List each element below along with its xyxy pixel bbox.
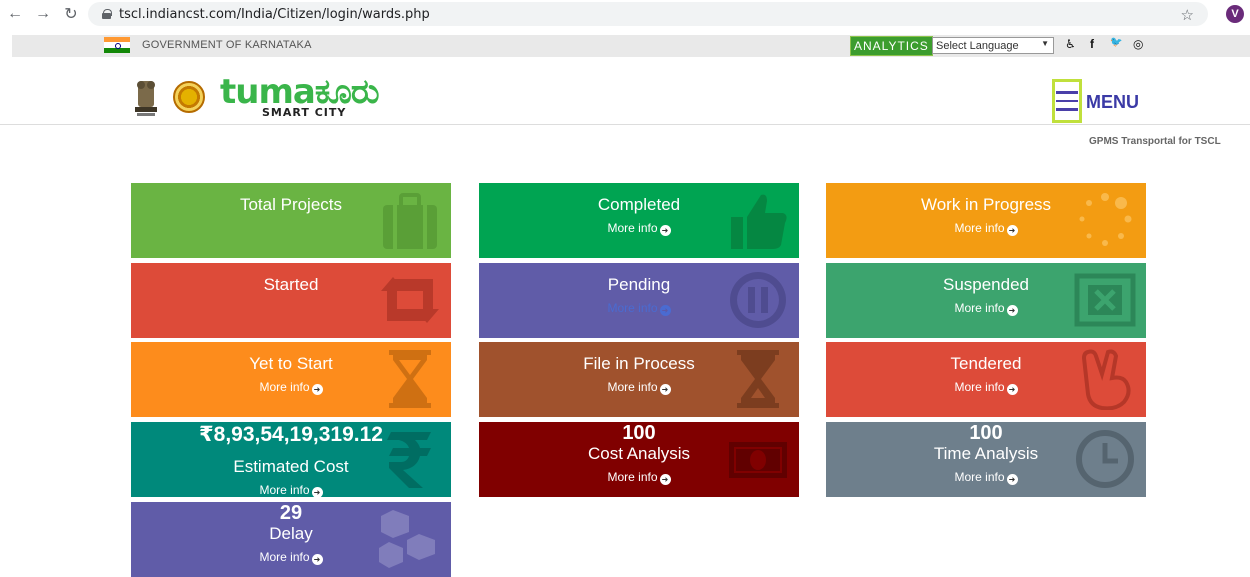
portal-subtitle: GPMS Transportal for TSCL xyxy=(1089,136,1221,147)
language-select-value: Select Language xyxy=(936,39,1019,52)
tile-title: Started xyxy=(263,275,319,294)
circle-arrow-right-icon: ➜ xyxy=(1006,225,1018,236)
tile-title: Estimated Cost xyxy=(233,457,349,476)
tile-title: Suspended xyxy=(942,275,1030,294)
hamburger-line xyxy=(1056,91,1078,94)
bookmark-star-icon[interactable]: ☆ xyxy=(1181,6,1194,24)
instagram-icon[interactable]: ◎ xyxy=(1133,37,1143,51)
circle-arrow-right-icon: ➜ xyxy=(311,554,323,565)
tile-value: ₹8,93,54,19,319.12 xyxy=(199,423,383,446)
tile-suspended[interactable]: Suspended More info ➜ xyxy=(826,263,1146,338)
tile-tendered[interactable]: Tendered More info ➜ xyxy=(826,342,1146,417)
government-title: GOVERNMENT OF KARNATAKA xyxy=(142,39,312,51)
more-info-link[interactable]: More info ➜ xyxy=(131,550,451,565)
browser-toolbar: ← → ↻ tscl.indiancst.com/India/Citizen/l… xyxy=(0,0,1250,28)
tile-title: Delay xyxy=(269,524,313,543)
profile-avatar[interactable]: V xyxy=(1226,5,1244,23)
circle-arrow-right-icon: ➜ xyxy=(659,474,671,485)
india-flag-icon xyxy=(104,37,130,53)
circle-arrow-right-icon: ➜ xyxy=(659,384,671,395)
more-info-link[interactable]: More info ➜ xyxy=(826,380,1146,395)
brand-subtitle: SMART CITY xyxy=(262,106,347,119)
tile-title: Tendered xyxy=(950,354,1022,373)
tile-estimated-cost[interactable]: ₹8,93,54,19,319.12 Estimated Cost More i… xyxy=(131,422,451,497)
tile-time-analysis[interactable]: 100 Time Analysis More info ➜ xyxy=(826,422,1146,497)
menu-hamburger-button[interactable] xyxy=(1052,79,1082,123)
hamburger-line xyxy=(1056,99,1078,103)
tile-pending[interactable]: Pending More info ➜ xyxy=(479,263,799,338)
url-text: tscl.indiancst.com/India/Citizen/login/w… xyxy=(119,6,430,22)
language-select[interactable]: Select Language ▼ xyxy=(932,37,1054,54)
tile-title: Work in Progress xyxy=(920,195,1052,214)
more-info-link[interactable]: More info ➜ xyxy=(479,301,799,316)
state-emblem-icon xyxy=(135,81,157,116)
tile-delay[interactable]: 29 Delay More info ➜ xyxy=(131,502,451,577)
more-info-link[interactable]: More info ➜ xyxy=(479,221,799,236)
tile-title: Cost Analysis xyxy=(587,444,691,463)
tile-started[interactable]: Started xyxy=(131,263,451,338)
address-bar[interactable]: tscl.indiancst.com/India/Citizen/login/w… xyxy=(88,2,1208,26)
tile-title: Time Analysis xyxy=(933,444,1039,463)
tile-completed[interactable]: Completed More info ➜ xyxy=(479,183,799,258)
tile-yet-to-start[interactable]: Yet to Start More info ➜ xyxy=(131,342,451,417)
circle-arrow-right-icon: ➜ xyxy=(659,225,671,236)
tile-value: 100 xyxy=(622,422,656,444)
more-info-link[interactable]: More info ➜ xyxy=(479,470,799,485)
circle-arrow-right-icon: ➜ xyxy=(1006,305,1018,316)
reload-icon[interactable]: ↻ xyxy=(60,3,82,25)
header-divider xyxy=(0,124,1250,125)
back-icon[interactable]: ← xyxy=(4,3,26,25)
circle-arrow-right-icon: ➜ xyxy=(311,384,323,395)
analytics-button[interactable]: ANALYTICS xyxy=(850,36,933,56)
tile-value: 29 xyxy=(279,502,303,524)
tile-work-in-progress[interactable]: Work in Progress More info ➜ xyxy=(826,183,1146,258)
twitter-icon[interactable]: 🐦 xyxy=(1110,37,1122,48)
lock-icon[interactable] xyxy=(102,9,112,19)
more-info-link[interactable]: More info ➜ xyxy=(479,380,799,395)
tile-title: Completed xyxy=(597,195,681,214)
tile-title: File in Process xyxy=(583,354,695,373)
more-info-link[interactable]: More info ➜ xyxy=(826,470,1146,485)
hamburger-line xyxy=(1056,108,1078,111)
facebook-icon[interactable]: f xyxy=(1090,37,1094,51)
tile-title: Total Projects xyxy=(239,195,343,214)
more-info-link[interactable]: More info ➜ xyxy=(131,380,451,395)
accessibility-icon[interactable]: ♿ xyxy=(1065,37,1076,51)
circle-arrow-right-icon: ➜ xyxy=(1006,474,1018,485)
tile-file-in-process[interactable]: File in Process More info ➜ xyxy=(479,342,799,417)
more-info-link[interactable]: More info ➜ xyxy=(826,301,1146,316)
circle-arrow-right-icon: ➜ xyxy=(1006,384,1018,395)
menu-label[interactable]: MENU xyxy=(1086,92,1139,113)
more-info-link[interactable]: More info ➜ xyxy=(131,483,451,497)
tile-cost-analysis[interactable]: 100 Cost Analysis More info ➜ xyxy=(479,422,799,497)
circle-arrow-right-icon: ➜ xyxy=(659,305,671,316)
brand-logo[interactable]: tumaಕೂರು SMART CITY xyxy=(220,72,390,120)
circle-arrow-right-icon: ➜ xyxy=(311,487,323,497)
city-seal-icon xyxy=(173,81,205,113)
tile-title: Yet to Start xyxy=(249,354,333,373)
tile-total-projects[interactable]: Total Projects xyxy=(131,183,451,258)
tile-value: 100 xyxy=(969,422,1003,444)
more-info-link[interactable]: More info ➜ xyxy=(826,221,1146,236)
dropdown-arrow-icon: ▼ xyxy=(1041,39,1049,48)
forward-icon[interactable]: → xyxy=(32,3,54,25)
tile-title: Pending xyxy=(607,275,671,294)
government-bar: GOVERNMENT OF KARNATAKA ANALYTICS Select… xyxy=(12,35,1250,57)
